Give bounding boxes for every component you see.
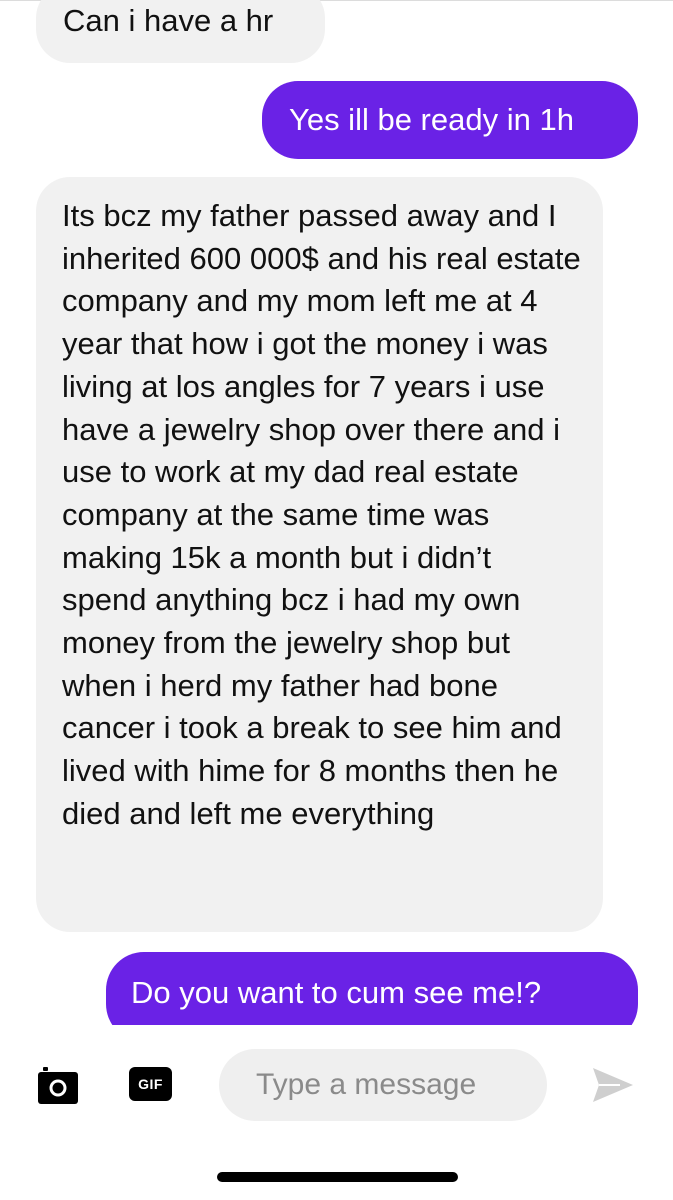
message-bubble-incoming[interactable]: Its bcz my father passed away and I inhe… — [36, 177, 603, 932]
send-icon — [593, 1068, 633, 1102]
gif-button[interactable]: GIF — [129, 1067, 172, 1101]
message-text: Its bcz my father passed away and I inhe… — [62, 198, 581, 831]
message-bubble-incoming[interactable]: Can i have a hr — [36, 0, 325, 63]
camera-icon — [38, 1067, 78, 1104]
message-thread[interactable]: Can i have a hr Yes ill be ready in 1h I… — [0, 0, 673, 1025]
message-text: Yes ill be ready in 1h — [289, 102, 574, 137]
message-bubble-outgoing[interactable]: Yes ill be ready in 1h — [262, 81, 638, 159]
send-button[interactable] — [590, 1065, 636, 1105]
message-input[interactable] — [219, 1049, 547, 1121]
message-text: Do you want to cum see me!? — [131, 975, 542, 1010]
message-bubble-outgoing[interactable]: Do you want to cum see me!? — [106, 952, 638, 1025]
camera-button[interactable] — [36, 1063, 80, 1107]
home-indicator — [217, 1172, 458, 1182]
message-text: Can i have a hr — [63, 3, 274, 38]
